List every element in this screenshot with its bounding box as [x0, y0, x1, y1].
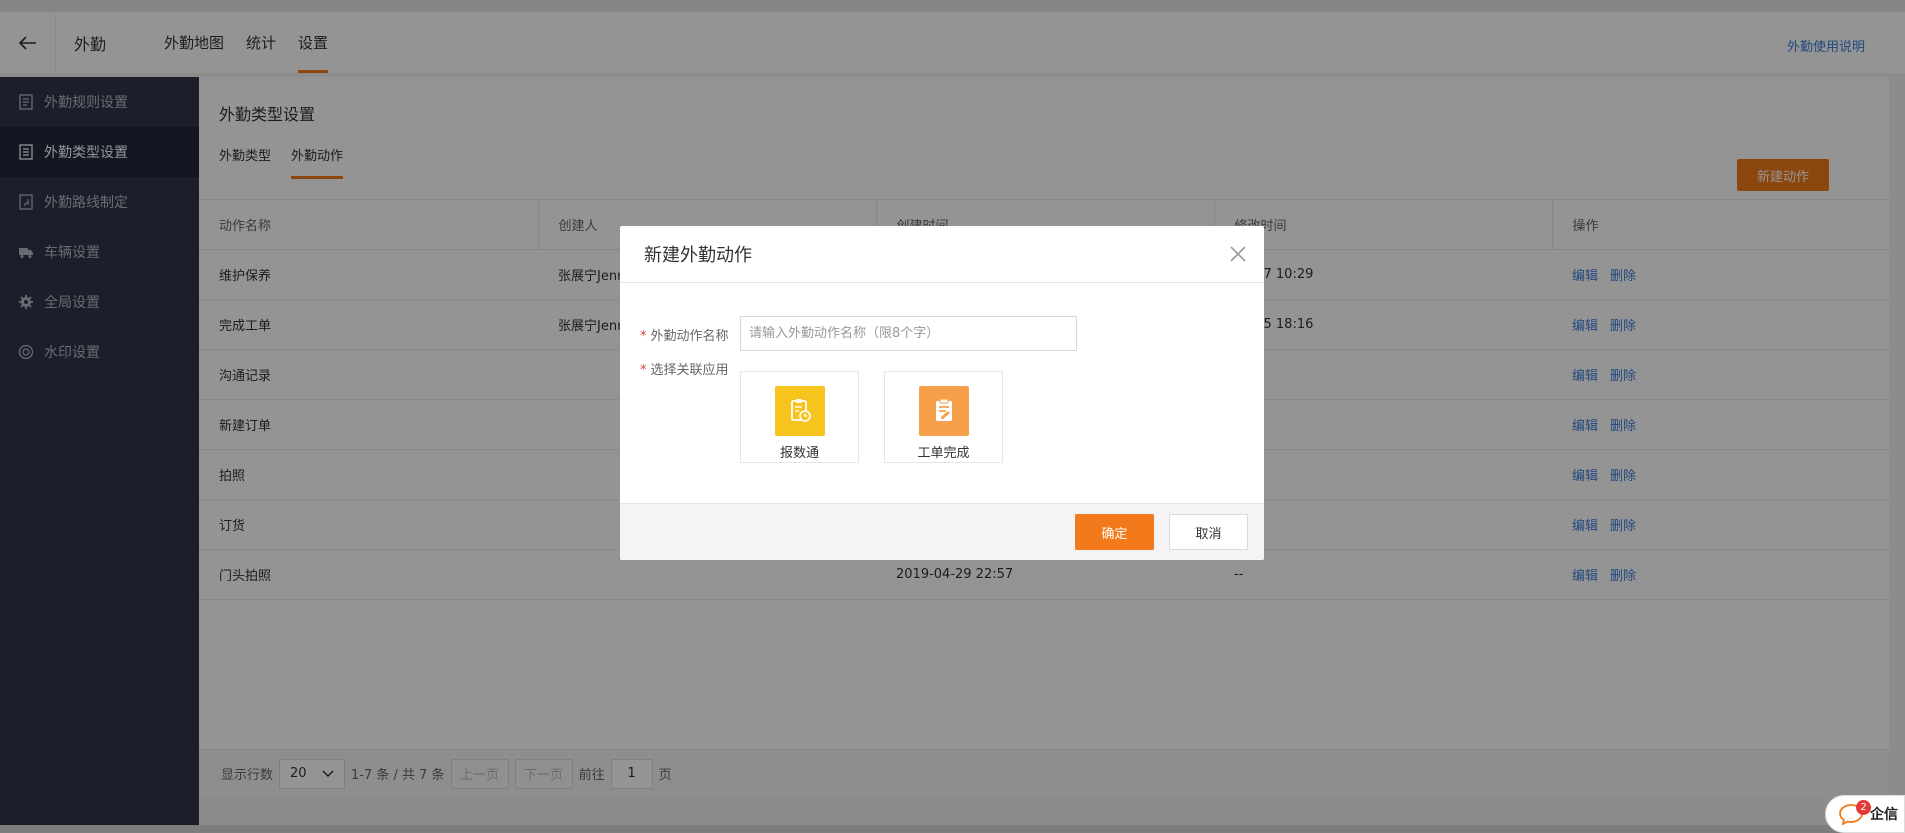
dialog-header: 新建外勤动作 [620, 226, 1264, 283]
dialog-body: *外勤动作名称 *选择关联应用 报数通 工单完成 [620, 283, 1264, 504]
chat-widget[interactable]: 2 企信 [1825, 795, 1905, 833]
action-name-label: * 外勤动作名称 [640, 325, 729, 344]
new-action-dialog: 新建外勤动作 *外勤动作名称 *选择关联应用 报数通 工单完成 确定 取消 [620, 226, 1264, 560]
cancel-button[interactable]: 取消 [1169, 514, 1248, 550]
action-name-label-text: 外勤动作名称 [650, 329, 729, 344]
dialog-title: 新建外勤动作 [644, 245, 752, 266]
app-card-baoshutong[interactable]: 报数通 [740, 371, 859, 463]
action-name-input[interactable] [740, 316, 1077, 351]
app-card-work-order-complete[interactable]: 工单完成 [884, 371, 1003, 463]
confirm-button[interactable]: 确定 [1075, 514, 1154, 550]
related-app-label-text: 选择关联应用 [650, 363, 729, 378]
dialog-footer: 确定 取消 [620, 503, 1264, 560]
required-mark: * [640, 329, 647, 344]
clipboard-edit-icon [918, 386, 969, 436]
required-mark: * [640, 363, 647, 378]
app-name: 工单完成 [917, 446, 970, 461]
close-icon[interactable] [1228, 244, 1248, 264]
chat-label: 企信 [1870, 807, 1898, 823]
app-name: 报数通 [779, 446, 819, 461]
clipboard-clock-icon [774, 386, 825, 436]
chat-unread-badge: 2 [1856, 800, 1871, 815]
related-app-label: * 选择关联应用 [640, 359, 729, 378]
